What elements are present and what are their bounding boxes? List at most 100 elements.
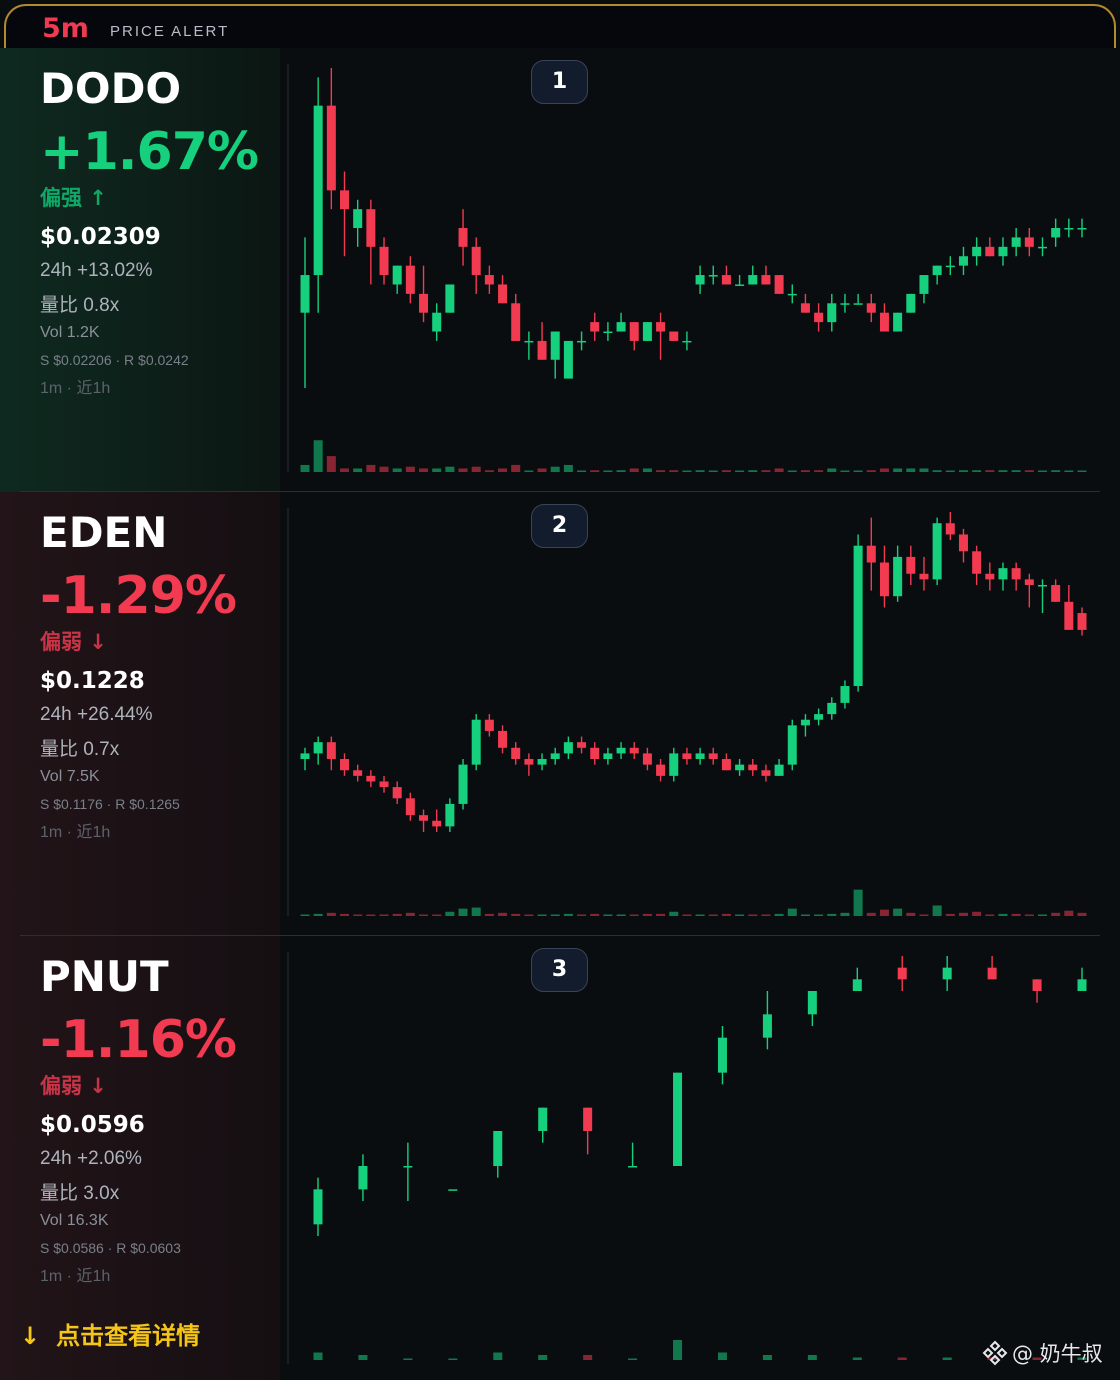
candle-body: [942, 967, 952, 980]
header-bar: 5m PRICE ALERT: [4, 4, 1116, 48]
candle-body: [642, 322, 652, 341]
candle: [1011, 228, 1021, 472]
volume-bar: [537, 468, 547, 472]
candle: [419, 265, 429, 472]
volume-bar: [717, 1352, 727, 1360]
candle-body: [958, 534, 968, 552]
volume-bar: [458, 908, 468, 916]
volume-bar: [392, 913, 402, 916]
candle-body: [1051, 584, 1061, 602]
candle: [682, 331, 692, 472]
candle: [498, 275, 508, 472]
candle: [498, 725, 508, 916]
volume-bar: [1037, 470, 1047, 472]
candle-body: [972, 551, 982, 574]
candle-body: [906, 293, 916, 313]
candle: [524, 753, 534, 916]
volume-bar: [445, 466, 455, 472]
volume-bar: [405, 912, 415, 916]
candle: [1077, 218, 1087, 472]
candle-body: [866, 303, 876, 313]
candle-body: [498, 730, 508, 748]
candle: [840, 293, 850, 472]
coin-info: DODO +1.67% 偏强 ↑ $0.02309 24h +13.02% 量比…: [0, 48, 280, 492]
candle: [708, 747, 718, 916]
candle-body: [577, 340, 587, 343]
coin-panel-eden[interactable]: 2 EDEN -1.29% 偏弱 ↓ $0.1228 24h +26.44% 量…: [0, 492, 1120, 936]
volume-bar: [403, 1358, 413, 1360]
volume-bar: [629, 914, 639, 916]
volume-bar: [840, 912, 850, 916]
symbol: EDEN: [40, 508, 168, 557]
candle-body: [498, 284, 508, 304]
volume-bar: [1051, 470, 1061, 472]
candle: [879, 303, 889, 472]
volume-bar: [879, 909, 889, 916]
candle: [919, 556, 929, 916]
volume-bar: [1024, 470, 1034, 472]
candle-body: [300, 753, 310, 760]
candle: [458, 209, 468, 472]
candle: [774, 759, 784, 916]
candle-body: [682, 340, 692, 343]
volume-bar: [1037, 914, 1047, 916]
candle: [629, 322, 639, 472]
volume-bar: [893, 908, 903, 916]
volume-bar: [669, 911, 679, 916]
volume-bar: [340, 913, 350, 916]
volume-bar: [998, 913, 1008, 916]
candle: [897, 956, 907, 1360]
volume-bar: [590, 470, 600, 472]
candle-body: [550, 331, 560, 360]
candle-body: [1024, 237, 1034, 247]
volume-bar: [673, 1340, 683, 1360]
candle: [879, 545, 889, 916]
candle: [511, 742, 521, 916]
candle-body: [853, 545, 863, 687]
price-alert-label: PRICE ALERT: [110, 23, 230, 40]
volume-bar: [616, 914, 626, 916]
candle-body: [358, 1166, 368, 1190]
candle-body: [735, 284, 745, 286]
volume-ratio: 量比 3.0x: [40, 1183, 120, 1204]
volume-bar: [511, 464, 521, 472]
change-24h: 24h +26.44%: [40, 704, 153, 725]
volume-bar: [493, 1352, 503, 1360]
coin-info: PNUT -1.16% 偏弱 ↓ $0.0596 24h +2.06% 量比 3…: [0, 936, 280, 1380]
candle-body: [392, 265, 402, 285]
volume-bar: [366, 914, 376, 916]
candle: [945, 256, 955, 472]
candle: [300, 747, 310, 916]
candle: [682, 747, 692, 916]
candle: [987, 956, 997, 1360]
volume-bar: [616, 470, 626, 472]
candle: [642, 747, 652, 916]
candle: [735, 759, 745, 916]
candle: [563, 736, 573, 916]
candle-body: [537, 340, 547, 360]
candle: [656, 759, 666, 916]
candle: [403, 1142, 413, 1360]
coin-panel-pnut[interactable]: 3 PNUT -1.16% 偏弱 ↓ $0.0596 24h +2.06% 量比…: [0, 936, 1120, 1380]
candle-body: [866, 545, 876, 563]
candle: [583, 1107, 593, 1360]
view-details-link[interactable]: ↓ 点击查看详情: [20, 1316, 200, 1351]
candle: [1051, 218, 1061, 472]
candle-body: [1077, 228, 1087, 230]
volume-bar: [498, 912, 508, 916]
candle-body: [906, 556, 916, 574]
candle-body: [814, 312, 824, 323]
candle-body: [340, 190, 350, 210]
candle-body: [511, 303, 521, 341]
candle: [774, 275, 784, 472]
watermark: @ 奶牛叔: [982, 1338, 1103, 1368]
candle: [590, 312, 600, 472]
candle: [673, 1072, 683, 1360]
candle-body: [945, 265, 955, 268]
candle-body: [893, 556, 903, 597]
coin-panel-dodo[interactable]: 1 DODO +1.67% 偏强 ↑ $0.02309 24h +13.02% …: [0, 48, 1120, 492]
volume-bar: [721, 470, 731, 472]
candle-body: [717, 1037, 727, 1073]
candle: [445, 284, 455, 472]
candle-body: [484, 719, 494, 731]
